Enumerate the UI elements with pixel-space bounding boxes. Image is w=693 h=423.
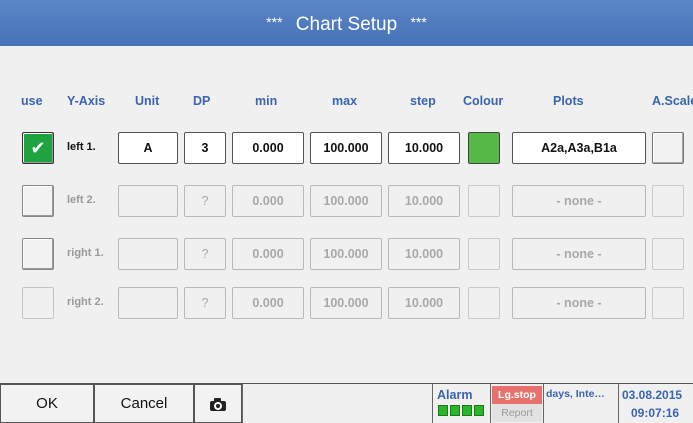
report-button[interactable]: Report: [492, 404, 542, 422]
max-field-left-1[interactable]: 100.000: [310, 132, 382, 164]
title-stars-left: ***: [266, 14, 283, 30]
logger-stop-status[interactable]: Lg.stop: [492, 386, 542, 404]
dp-field-right-2[interactable]: ?: [184, 287, 226, 319]
use-checkbox-right-1[interactable]: [22, 238, 54, 270]
header-min: min: [255, 94, 278, 108]
divider: [242, 384, 243, 423]
max-field-left-2[interactable]: 100.000: [310, 185, 382, 217]
unit-field-right-1[interactable]: [118, 238, 178, 270]
time-display: 09:07:16: [631, 406, 680, 420]
use-checkbox-left-2[interactable]: [22, 185, 54, 217]
alarm-led: [450, 405, 460, 416]
min-field-left-1[interactable]: 0.000: [232, 132, 304, 164]
header-use: use: [21, 94, 43, 108]
date-display: 03.08.2015: [622, 388, 683, 402]
row-label-right-2: right 2.: [67, 296, 104, 308]
divider: [618, 384, 619, 423]
header-colour: Colour: [463, 94, 504, 108]
plots-field-left-2[interactable]: - none -: [512, 185, 646, 217]
divider: [490, 384, 491, 423]
days-interval-status[interactable]: days, Inte…: [546, 388, 605, 400]
unit-field-left-1[interactable]: A: [118, 132, 178, 164]
plots-field-right-1[interactable]: - none -: [512, 238, 646, 270]
alarm-led: [474, 405, 484, 416]
ascale-button-left-2[interactable]: [652, 185, 684, 217]
alarm-label: Alarm: [437, 388, 473, 402]
page-title: Chart Setup: [295, 14, 398, 35]
max-field-right-2[interactable]: 100.000: [310, 287, 382, 319]
checkmark-icon: ✔: [30, 138, 46, 158]
header-yaxis: Y-Axis: [67, 94, 106, 108]
dp-field-left-1[interactable]: 3: [184, 132, 226, 164]
header-max: max: [332, 94, 358, 108]
min-field-left-2[interactable]: 0.000: [232, 185, 304, 217]
alarm-led: [462, 405, 472, 416]
ascale-button-left-1[interactable]: [652, 132, 684, 164]
header-plots: Plots: [553, 94, 584, 108]
alarm-led: [438, 405, 448, 416]
dp-field-left-2[interactable]: ?: [184, 185, 226, 217]
step-field-right-1[interactable]: 10.000: [388, 238, 460, 270]
title-bar: *** Chart Setup ***: [0, 0, 693, 46]
header-ascale: A.Scale: [652, 94, 693, 108]
ok-button[interactable]: OK: [0, 384, 94, 423]
colour-swatch-left-2[interactable]: [468, 185, 500, 217]
min-field-right-1[interactable]: 0.000: [232, 238, 304, 270]
max-field-right-1[interactable]: 100.000: [310, 238, 382, 270]
unit-field-right-2[interactable]: [118, 287, 178, 319]
dp-field-right-1[interactable]: ?: [184, 238, 226, 270]
camera-icon: [210, 397, 226, 411]
cancel-button[interactable]: Cancel: [94, 384, 194, 423]
step-field-right-2[interactable]: 10.000: [388, 287, 460, 319]
use-checkbox-right-2[interactable]: [22, 287, 54, 319]
step-field-left-1[interactable]: 10.000: [388, 132, 460, 164]
header-dp: DP: [193, 94, 211, 108]
header-step: step: [410, 94, 436, 108]
title-stars-right: ***: [410, 14, 427, 30]
ascale-button-right-1[interactable]: [652, 238, 684, 270]
screenshot-button[interactable]: [194, 384, 242, 423]
min-field-right-2[interactable]: 0.000: [232, 287, 304, 319]
row-label-right-1: right 1.: [67, 247, 104, 259]
alarm-indicator[interactable]: [438, 405, 484, 416]
colour-swatch-left-1[interactable]: [468, 132, 500, 164]
divider: [543, 384, 544, 423]
divider: [432, 384, 433, 423]
row-label-left-1: left 1.: [67, 141, 96, 153]
plots-field-right-2[interactable]: - none -: [512, 287, 646, 319]
header-unit: Unit: [135, 94, 160, 108]
plots-field-left-1[interactable]: A2a,A3a,B1a: [512, 132, 646, 164]
ascale-button-right-2[interactable]: [652, 287, 684, 319]
unit-field-left-2[interactable]: [118, 185, 178, 217]
row-label-left-2: left 2.: [67, 194, 96, 206]
step-field-left-2[interactable]: 10.000: [388, 185, 460, 217]
colour-swatch-right-1[interactable]: [468, 238, 500, 270]
use-checkbox-left-1[interactable]: ✔: [22, 132, 54, 164]
colour-swatch-right-2[interactable]: [468, 287, 500, 319]
